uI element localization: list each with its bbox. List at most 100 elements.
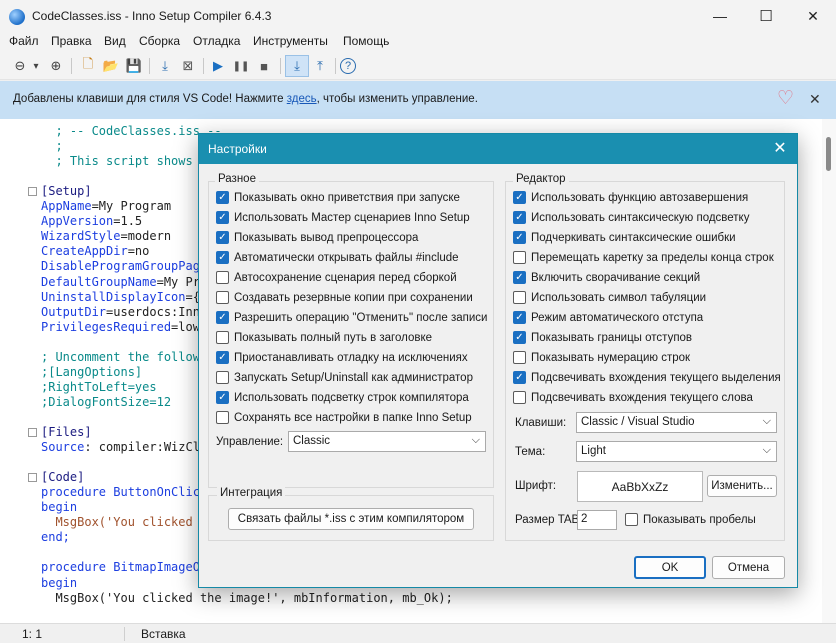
- misc-checkbox-9[interactable]: Запускать Setup/Uninstall как администра…: [216, 371, 473, 384]
- close-button[interactable]: ✕: [790, 0, 836, 32]
- misc-checkbox-8[interactable]: ✓ Приостанавливать отладку на исключениях: [216, 351, 468, 364]
- misc-checkbox-3[interactable]: ✓ Автоматически открывать файлы #include: [216, 251, 459, 264]
- checkmark-icon[interactable]: ✓: [513, 211, 526, 224]
- theme-select[interactable]: Light ⌵: [576, 441, 777, 462]
- menu-tools[interactable]: Инструменты: [253, 34, 328, 48]
- fold-marker-icon[interactable]: [28, 187, 37, 197]
- checkbox-box[interactable]: [216, 371, 229, 384]
- keys-select[interactable]: Classic / Visual Studio ⌵: [576, 412, 777, 433]
- checkmark-icon[interactable]: ✓: [513, 191, 526, 204]
- checkmark-icon[interactable]: ✓: [216, 211, 229, 224]
- menu-file[interactable]: Файл: [9, 34, 39, 48]
- checkbox-box[interactable]: [513, 251, 526, 264]
- fold-marker-icon[interactable]: [28, 428, 37, 437]
- new-file-icon[interactable]: 🗋: [78, 56, 98, 76]
- code-line: MsgBox('You clicked the image!', mbInfor…: [41, 590, 453, 605]
- checkbox-box[interactable]: [216, 411, 229, 424]
- checkmark-icon[interactable]: ✓: [513, 331, 526, 344]
- editor-checkbox-2[interactable]: ✓ Подчеркивать синтаксические ошибки: [513, 231, 736, 244]
- menu-debug[interactable]: Отладка: [193, 34, 240, 48]
- pause-icon[interactable]: ❚❚: [231, 56, 251, 76]
- misc-checkbox-1[interactable]: ✓ Использовать Мастер сценариев Inno Setu…: [216, 211, 470, 224]
- misc-checkbox-6[interactable]: ✓ Разрешить операцию "Отменить" после зап…: [216, 311, 487, 324]
- misc-checkbox-4[interactable]: Автосохранение сценария перед сборкой: [216, 271, 457, 284]
- checkmark-icon[interactable]: ✓: [513, 271, 526, 284]
- checkbox-box[interactable]: [625, 513, 638, 526]
- toolbar-separator: [149, 58, 150, 74]
- checkmark-icon[interactable]: ✓: [216, 191, 229, 204]
- tab-size-input[interactable]: 2: [577, 510, 617, 530]
- checkmark-icon[interactable]: ✓: [216, 251, 229, 264]
- misc-checkbox-0[interactable]: ✓ Показывать окно приветствия при запуске: [216, 191, 460, 204]
- editor-checkbox-4[interactable]: ✓ Включить сворачивание секций: [513, 271, 700, 284]
- font-label: Шрифт:: [515, 480, 557, 492]
- code-key: DisableProgramGroupPage: [41, 259, 208, 274]
- control-select[interactable]: Classic ⌵: [288, 431, 486, 452]
- vertical-scrollbar[interactable]: [822, 119, 836, 623]
- dialog-close-icon[interactable]: ✕: [769, 138, 791, 160]
- misc-checkbox-2[interactable]: ✓ Показывать вывод препроцессора: [216, 231, 418, 244]
- show-spaces-checkbox[interactable]: Показывать пробелы: [625, 513, 756, 526]
- change-font-button[interactable]: Изменить...: [707, 475, 777, 497]
- info-link[interactable]: здесь: [287, 93, 317, 105]
- stop-icon[interactable]: ■: [254, 56, 274, 76]
- editor-checkbox-7[interactable]: ✓ Показывать границы отступов: [513, 331, 692, 344]
- checkbox-box[interactable]: [513, 351, 526, 364]
- associate-files-button[interactable]: Связать файлы *.iss с этим компилятором: [228, 508, 474, 530]
- editor-checkbox-9[interactable]: ✓ Подсвечивать вхождения текущего выделен…: [513, 371, 781, 384]
- editor-checkbox-5[interactable]: Использовать символ табуляции: [513, 291, 706, 304]
- open-file-icon[interactable]: 📂: [101, 56, 121, 76]
- minimize-button[interactable]: —: [697, 0, 743, 32]
- code-line: DisableProgramGroupPage: [41, 259, 207, 273]
- editor-checkbox-8[interactable]: Показывать нумерацию строк: [513, 351, 690, 364]
- checkmark-icon[interactable]: ✓: [513, 371, 526, 384]
- misc-checkbox-10[interactable]: ✓ Использовать подсветку строк компилятор…: [216, 391, 469, 404]
- checkmark-icon[interactable]: ✓: [216, 231, 229, 244]
- code-line: [Setup]: [41, 184, 92, 199]
- status-bar: 1: 1 Вставка: [0, 623, 836, 643]
- checkbox-box[interactable]: [216, 271, 229, 284]
- checkmark-icon[interactable]: ✓: [513, 311, 526, 324]
- close-info-icon[interactable]: ✕: [809, 91, 821, 108]
- checkbox-box[interactable]: [216, 331, 229, 344]
- save-icon[interactable]: 💾: [124, 56, 144, 76]
- menu-edit[interactable]: Правка: [51, 34, 92, 48]
- forward-icon[interactable]: ⊕: [46, 56, 66, 76]
- dropdown-arrow-icon[interactable]: ▾: [30, 56, 42, 76]
- misc-checkbox-11[interactable]: Сохранять все настройки в папке Inno Set…: [216, 411, 472, 424]
- cancel-button[interactable]: Отмена: [712, 556, 785, 579]
- code-line: Source: compiler:WizCla: [41, 440, 207, 454]
- editor-checkbox-1[interactable]: ✓ Использовать синтаксическую подсветку: [513, 211, 749, 224]
- misc-checkbox-7[interactable]: Показывать полный путь в заголовке: [216, 331, 432, 344]
- checkmark-icon[interactable]: ✓: [216, 391, 229, 404]
- menu-view[interactable]: Вид: [104, 34, 126, 48]
- target-download-icon[interactable]: ⤓: [285, 55, 309, 77]
- editor-checkbox-0[interactable]: ✓ Использовать функцию автозавершения: [513, 191, 748, 204]
- back-icon[interactable]: ⊖: [10, 56, 30, 76]
- checkmark-icon[interactable]: ✓: [216, 311, 229, 324]
- checkmark-icon[interactable]: ✓: [513, 231, 526, 244]
- help-icon[interactable]: ?: [340, 58, 356, 74]
- misc-checkbox-label: Показывать полный путь в заголовке: [234, 331, 433, 344]
- checkmark-icon[interactable]: ✓: [216, 351, 229, 364]
- menu-build[interactable]: Сборка: [139, 34, 180, 48]
- fold-marker-icon[interactable]: [28, 473, 37, 483]
- menu-help[interactable]: Помощь: [343, 34, 389, 48]
- heart-icon[interactable]: ♡: [777, 87, 794, 110]
- scrollbar-thumb[interactable]: [826, 137, 831, 171]
- run-icon[interactable]: ▶: [208, 56, 228, 76]
- checkbox-box[interactable]: [513, 391, 526, 404]
- editor-checkbox-label: Использовать символ табуляции: [531, 291, 707, 304]
- editor-checkbox-10[interactable]: Подсвечивать вхождения текущего слова: [513, 391, 753, 404]
- ok-button[interactable]: OK: [634, 556, 706, 579]
- maximize-button[interactable]: ☐: [743, 0, 789, 32]
- stop-compile-icon[interactable]: ⊠: [178, 56, 198, 76]
- info-bar: Добавлены клавиши для стиля VS Code! Наж…: [0, 81, 836, 119]
- target-upload-icon[interactable]: ⤒: [310, 56, 330, 76]
- editor-checkbox-3[interactable]: Перемещать каретку за пределы конца стро…: [513, 251, 774, 264]
- editor-checkbox-6[interactable]: ✓ Режим автоматического отступа: [513, 311, 703, 324]
- checkbox-box[interactable]: [216, 291, 229, 304]
- compile-icon[interactable]: ⤓: [155, 56, 175, 76]
- checkbox-box[interactable]: [513, 291, 526, 304]
- misc-checkbox-5[interactable]: Создавать резервные копии при сохранении: [216, 291, 473, 304]
